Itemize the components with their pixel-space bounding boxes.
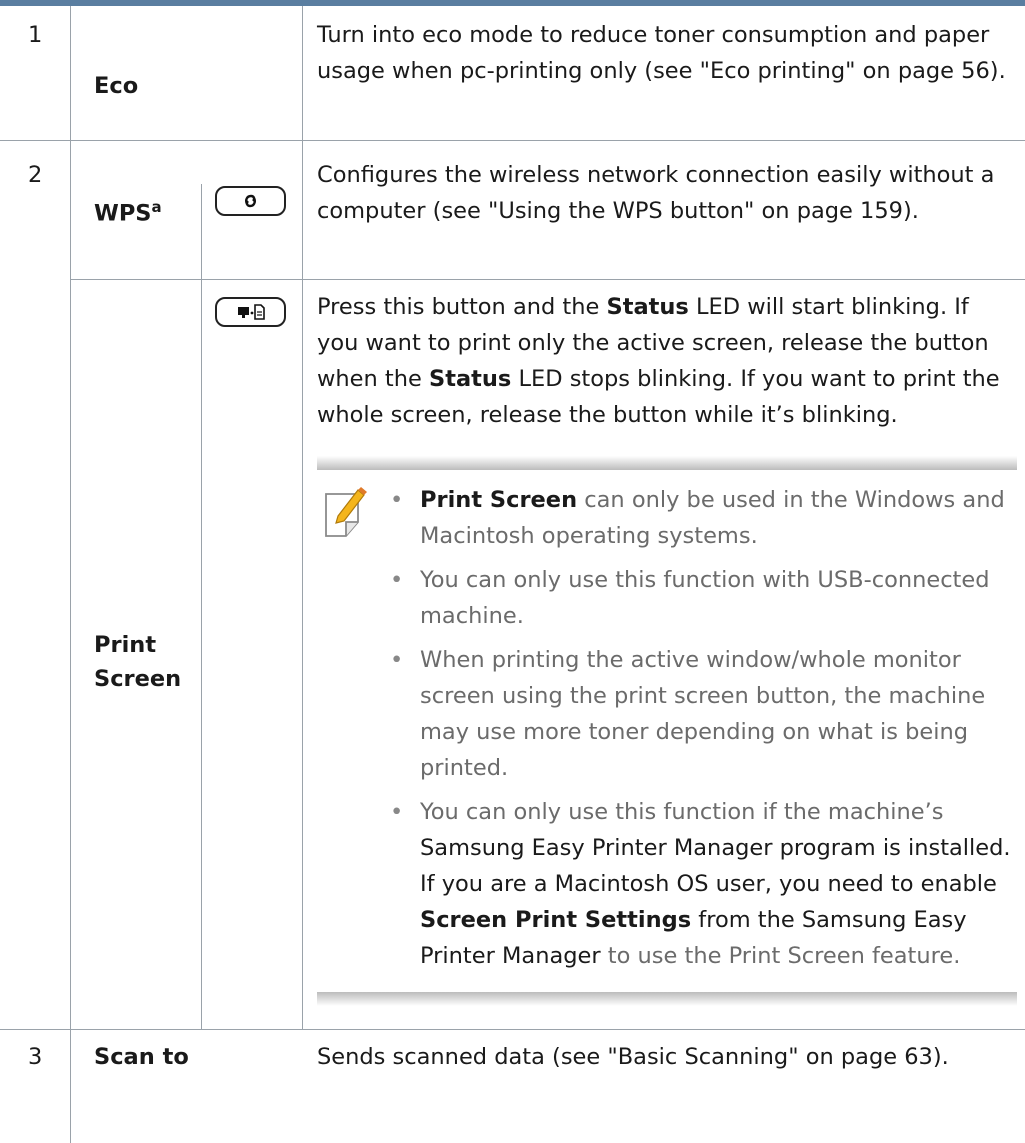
function-name-eco: Eco [94, 73, 139, 99]
function-name-wps: WPSa [94, 189, 162, 232]
bullet-icon: • [390, 799, 404, 825]
column-divider [201, 184, 202, 1029]
print-screen-term: Print Screen [420, 487, 578, 513]
status-led-term: Status [429, 366, 512, 392]
row-divider [0, 1029, 1025, 1030]
function-name-print-screen: Print Screen [94, 628, 181, 696]
row-number: 3 [28, 1044, 43, 1070]
eco-description: Turn into eco mode to reduce toner consu… [317, 22, 1006, 84]
scan-to-description: Sends scanned data (see "Basic Scanning"… [317, 1044, 949, 1070]
screen-print-settings-term: Screen Print Settings [420, 907, 692, 933]
bullet-text-dark: Samsung Easy Printer Manager program is … [420, 835, 1011, 897]
wps-icon [215, 186, 286, 216]
note-pencil-icon [324, 486, 368, 538]
list-item: • You can only use this function with US… [390, 562, 1015, 634]
print-screen-icon [215, 297, 286, 327]
row-number: 1 [28, 22, 43, 48]
status-led-term: Status [606, 294, 689, 320]
table-top-border [0, 0, 1025, 6]
bullet-text: When printing the active window/whole mo… [420, 647, 986, 781]
print-screen-label-line1: Print [94, 632, 157, 658]
bullet-text: to use the Print Screen feature. [600, 943, 961, 969]
wps-label: WPS [94, 200, 152, 227]
function-name-scan-to: Scan to [94, 1044, 189, 1070]
list-item: • You can only use this function if the … [390, 794, 1015, 974]
wps-footnote-marker: a [151, 198, 162, 216]
row-number: 2 [28, 162, 43, 188]
column-divider [302, 6, 303, 1029]
wps-description: Configures the wireless network connecti… [317, 162, 995, 224]
print-screen-description: Press this button and the Status LED wil… [317, 289, 1017, 433]
list-item: • Print Screen can only be used in the W… [390, 482, 1015, 554]
note-bottom-rule [317, 992, 1017, 1006]
row-divider [70, 279, 1025, 280]
print-screen-label-line2: Screen [94, 666, 182, 692]
bullet-text: You can only use this function if the ma… [420, 799, 944, 825]
bullet-icon: • [390, 647, 404, 673]
row-divider [0, 140, 1025, 141]
desc-text: Press this button and the [317, 294, 607, 320]
note-bullet-list: • Print Screen can only be used in the W… [390, 482, 1015, 982]
bullet-icon: • [390, 567, 404, 593]
bullet-text: You can only use this function with USB-… [420, 567, 990, 629]
list-item: • When printing the active window/whole … [390, 642, 1015, 786]
control-panel-table: 1 Eco Turn into eco mode to reduce toner… [0, 0, 1025, 1143]
note-top-rule [317, 456, 1017, 470]
bullet-icon: • [390, 487, 404, 513]
column-divider [70, 6, 71, 1143]
